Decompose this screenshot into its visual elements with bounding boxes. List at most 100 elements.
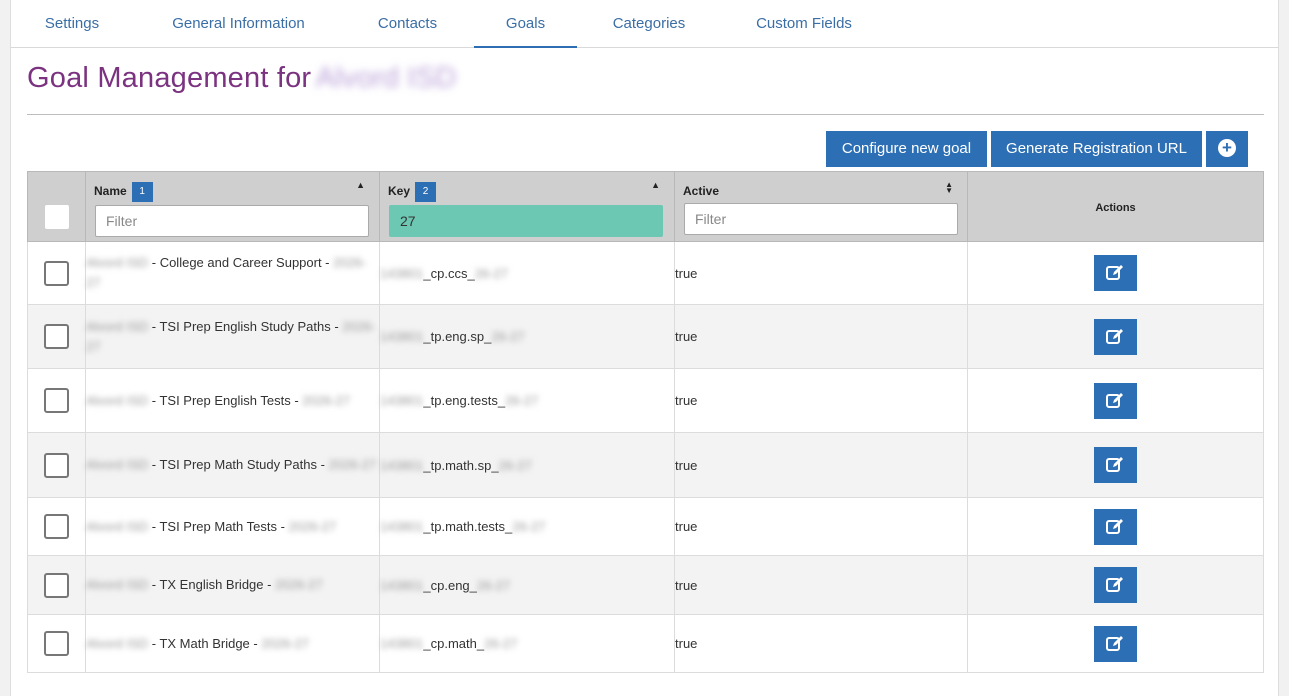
table-row: Alvord ISD - TX Math Bridge - 2026-27 14…: [27, 614, 1264, 673]
edit-icon: [1106, 392, 1123, 408]
tab-goals[interactable]: Goals: [474, 0, 577, 48]
row-select-cell: [27, 304, 86, 369]
edit-icon: [1106, 328, 1123, 344]
goal-active-cell: true: [674, 304, 968, 369]
edit-button[interactable]: [1094, 447, 1137, 483]
goal-key-prefix: 143801: [380, 457, 424, 473]
key-column-header[interactable]: Key 2 ▲: [379, 171, 675, 242]
actions-cell: [967, 241, 1264, 305]
goal-name: - TSI Prep Math Tests -: [148, 518, 289, 534]
goal-name-year: 2026-27: [261, 635, 310, 651]
goal-key: _cp.eng_: [423, 577, 477, 593]
main-panel: Settings General Information Contacts Go…: [10, 0, 1279, 696]
goal-name-org: Alvord ISD: [86, 457, 149, 472]
configure-new-goal-button[interactable]: Configure new goal: [826, 131, 987, 167]
row-checkbox[interactable]: [44, 572, 69, 598]
select-all-checkbox[interactable]: [45, 205, 69, 229]
edit-button[interactable]: [1094, 508, 1137, 545]
table-row: Alvord ISD - TX English Bridge - 2026-27…: [27, 555, 1264, 615]
goal-key-prefix: 143801: [380, 265, 424, 281]
name-column-label: Name: [94, 184, 127, 199]
goal-name: - TSI Prep English Tests -: [148, 392, 303, 408]
add-button[interactable]: +: [1206, 131, 1248, 167]
row-checkbox[interactable]: [44, 514, 69, 539]
goal-active-cell: true: [674, 497, 968, 556]
generate-registration-url-button[interactable]: Generate Registration URL: [991, 131, 1202, 167]
goal-key-cell: 143801_tp.eng.sp_26-27: [379, 304, 675, 369]
goal-active-cell: true: [674, 432, 968, 498]
goal-name-cell: Alvord ISD - TSI Prep English Tests - 20…: [85, 368, 380, 433]
name-filter-input[interactable]: [95, 205, 369, 237]
tab-custom-fields[interactable]: Custom Fields: [753, 0, 855, 47]
goals-table: Name 1 ▲ Key 2 ▲ Active ▲▼: [27, 171, 1264, 673]
goal-name: - TSI Prep Math Study Paths -: [148, 457, 329, 472]
goal-key-cell: 143801_tp.eng.tests_26-27: [379, 368, 675, 433]
goal-key-suffix: 26-27: [484, 636, 518, 651]
key-filter-input[interactable]: [389, 205, 663, 237]
page-title-org: Alvord ISD: [315, 62, 457, 94]
goal-key-cell: 143801_tp.math.tests_26-27: [379, 497, 675, 556]
goal-key: _cp.ccs_: [423, 265, 475, 281]
goal-name-year: 2026-27: [275, 577, 323, 592]
goal-name-year: 2026-27: [328, 457, 377, 472]
goal-key-suffix: 26-27: [476, 577, 511, 593]
row-checkbox[interactable]: [44, 631, 69, 656]
goal-name-org: Alvord ISD: [86, 255, 149, 270]
page-title: Goal Management for Alvord ISD: [27, 62, 456, 100]
goal-key: _cp.math_: [423, 636, 485, 651]
actions-cell: [967, 497, 1264, 556]
actions-column-header: Actions: [967, 171, 1264, 242]
goal-key: _tp.math.sp_: [423, 457, 499, 473]
sort-asc-icon[interactable]: ▲: [651, 180, 660, 190]
row-checkbox[interactable]: [44, 388, 69, 413]
table-row: Alvord ISD - TSI Prep Math Tests - 2026-…: [27, 497, 1264, 556]
table-row: Alvord ISD - TSI Prep English Study Path…: [27, 304, 1264, 369]
goal-name-org: Alvord ISD: [86, 635, 149, 651]
table-body: Alvord ISD - College and Career Support …: [27, 241, 1264, 673]
tab-settings[interactable]: Settings: [43, 0, 101, 47]
name-column-header[interactable]: Name 1 ▲: [85, 171, 380, 242]
edit-button[interactable]: [1094, 318, 1137, 355]
tab-contacts[interactable]: Contacts: [375, 0, 440, 47]
actions-cell: [967, 304, 1264, 369]
goal-key-prefix: 143801: [380, 636, 424, 651]
edit-icon: [1106, 518, 1123, 534]
tab-general-information[interactable]: General Information: [167, 0, 310, 47]
select-all-header: [27, 171, 86, 242]
goal-key-suffix: 26-27: [512, 519, 546, 534]
table-row: Alvord ISD - TSI Prep Math Study Paths -…: [27, 432, 1264, 498]
title-divider: [27, 114, 1264, 115]
goal-name: - College and Career Support -: [148, 255, 334, 270]
edit-button[interactable]: [1094, 255, 1137, 291]
goal-name-org: Alvord ISD: [86, 318, 149, 334]
goal-key: _tp.math.tests_: [423, 519, 513, 534]
key-column-label: Key: [388, 184, 411, 199]
active-column-header[interactable]: Active ▲ ▼: [674, 171, 968, 242]
row-checkbox[interactable]: [44, 452, 69, 478]
goal-name-org: Alvord ISD: [86, 392, 149, 408]
goal-name: - TSI Prep English Study Paths -: [148, 318, 343, 334]
sort-both-icon[interactable]: ▲ ▼: [945, 181, 953, 195]
goal-key-suffix: 26-27: [474, 265, 508, 281]
row-select-cell: [27, 497, 86, 556]
goal-name-cell: Alvord ISD - TSI Prep Math Study Paths -…: [85, 432, 380, 498]
edit-icon: [1106, 635, 1123, 651]
actions-cell: [967, 614, 1264, 673]
row-checkbox[interactable]: [44, 260, 69, 286]
goal-name-year: 2026-27: [288, 518, 337, 534]
actions-cell: [967, 555, 1264, 615]
active-filter-input[interactable]: [684, 203, 958, 235]
actions-cell: [967, 432, 1264, 498]
tab-categories[interactable]: Categories: [611, 0, 687, 47]
goal-name-org: Alvord ISD: [86, 518, 149, 534]
sort-asc-icon[interactable]: ▲: [356, 180, 365, 190]
edit-button[interactable]: [1094, 382, 1137, 419]
edit-icon: [1106, 457, 1123, 472]
edit-button[interactable]: [1094, 567, 1137, 603]
goal-name-year: 2026-27: [302, 392, 350, 408]
goal-key: _tp.eng.tests_: [423, 393, 506, 408]
row-checkbox[interactable]: [44, 324, 69, 349]
goal-key-prefix: 143801: [380, 329, 424, 344]
edit-button[interactable]: [1094, 625, 1137, 662]
page-title-prefix: Goal Management for: [27, 62, 312, 94]
